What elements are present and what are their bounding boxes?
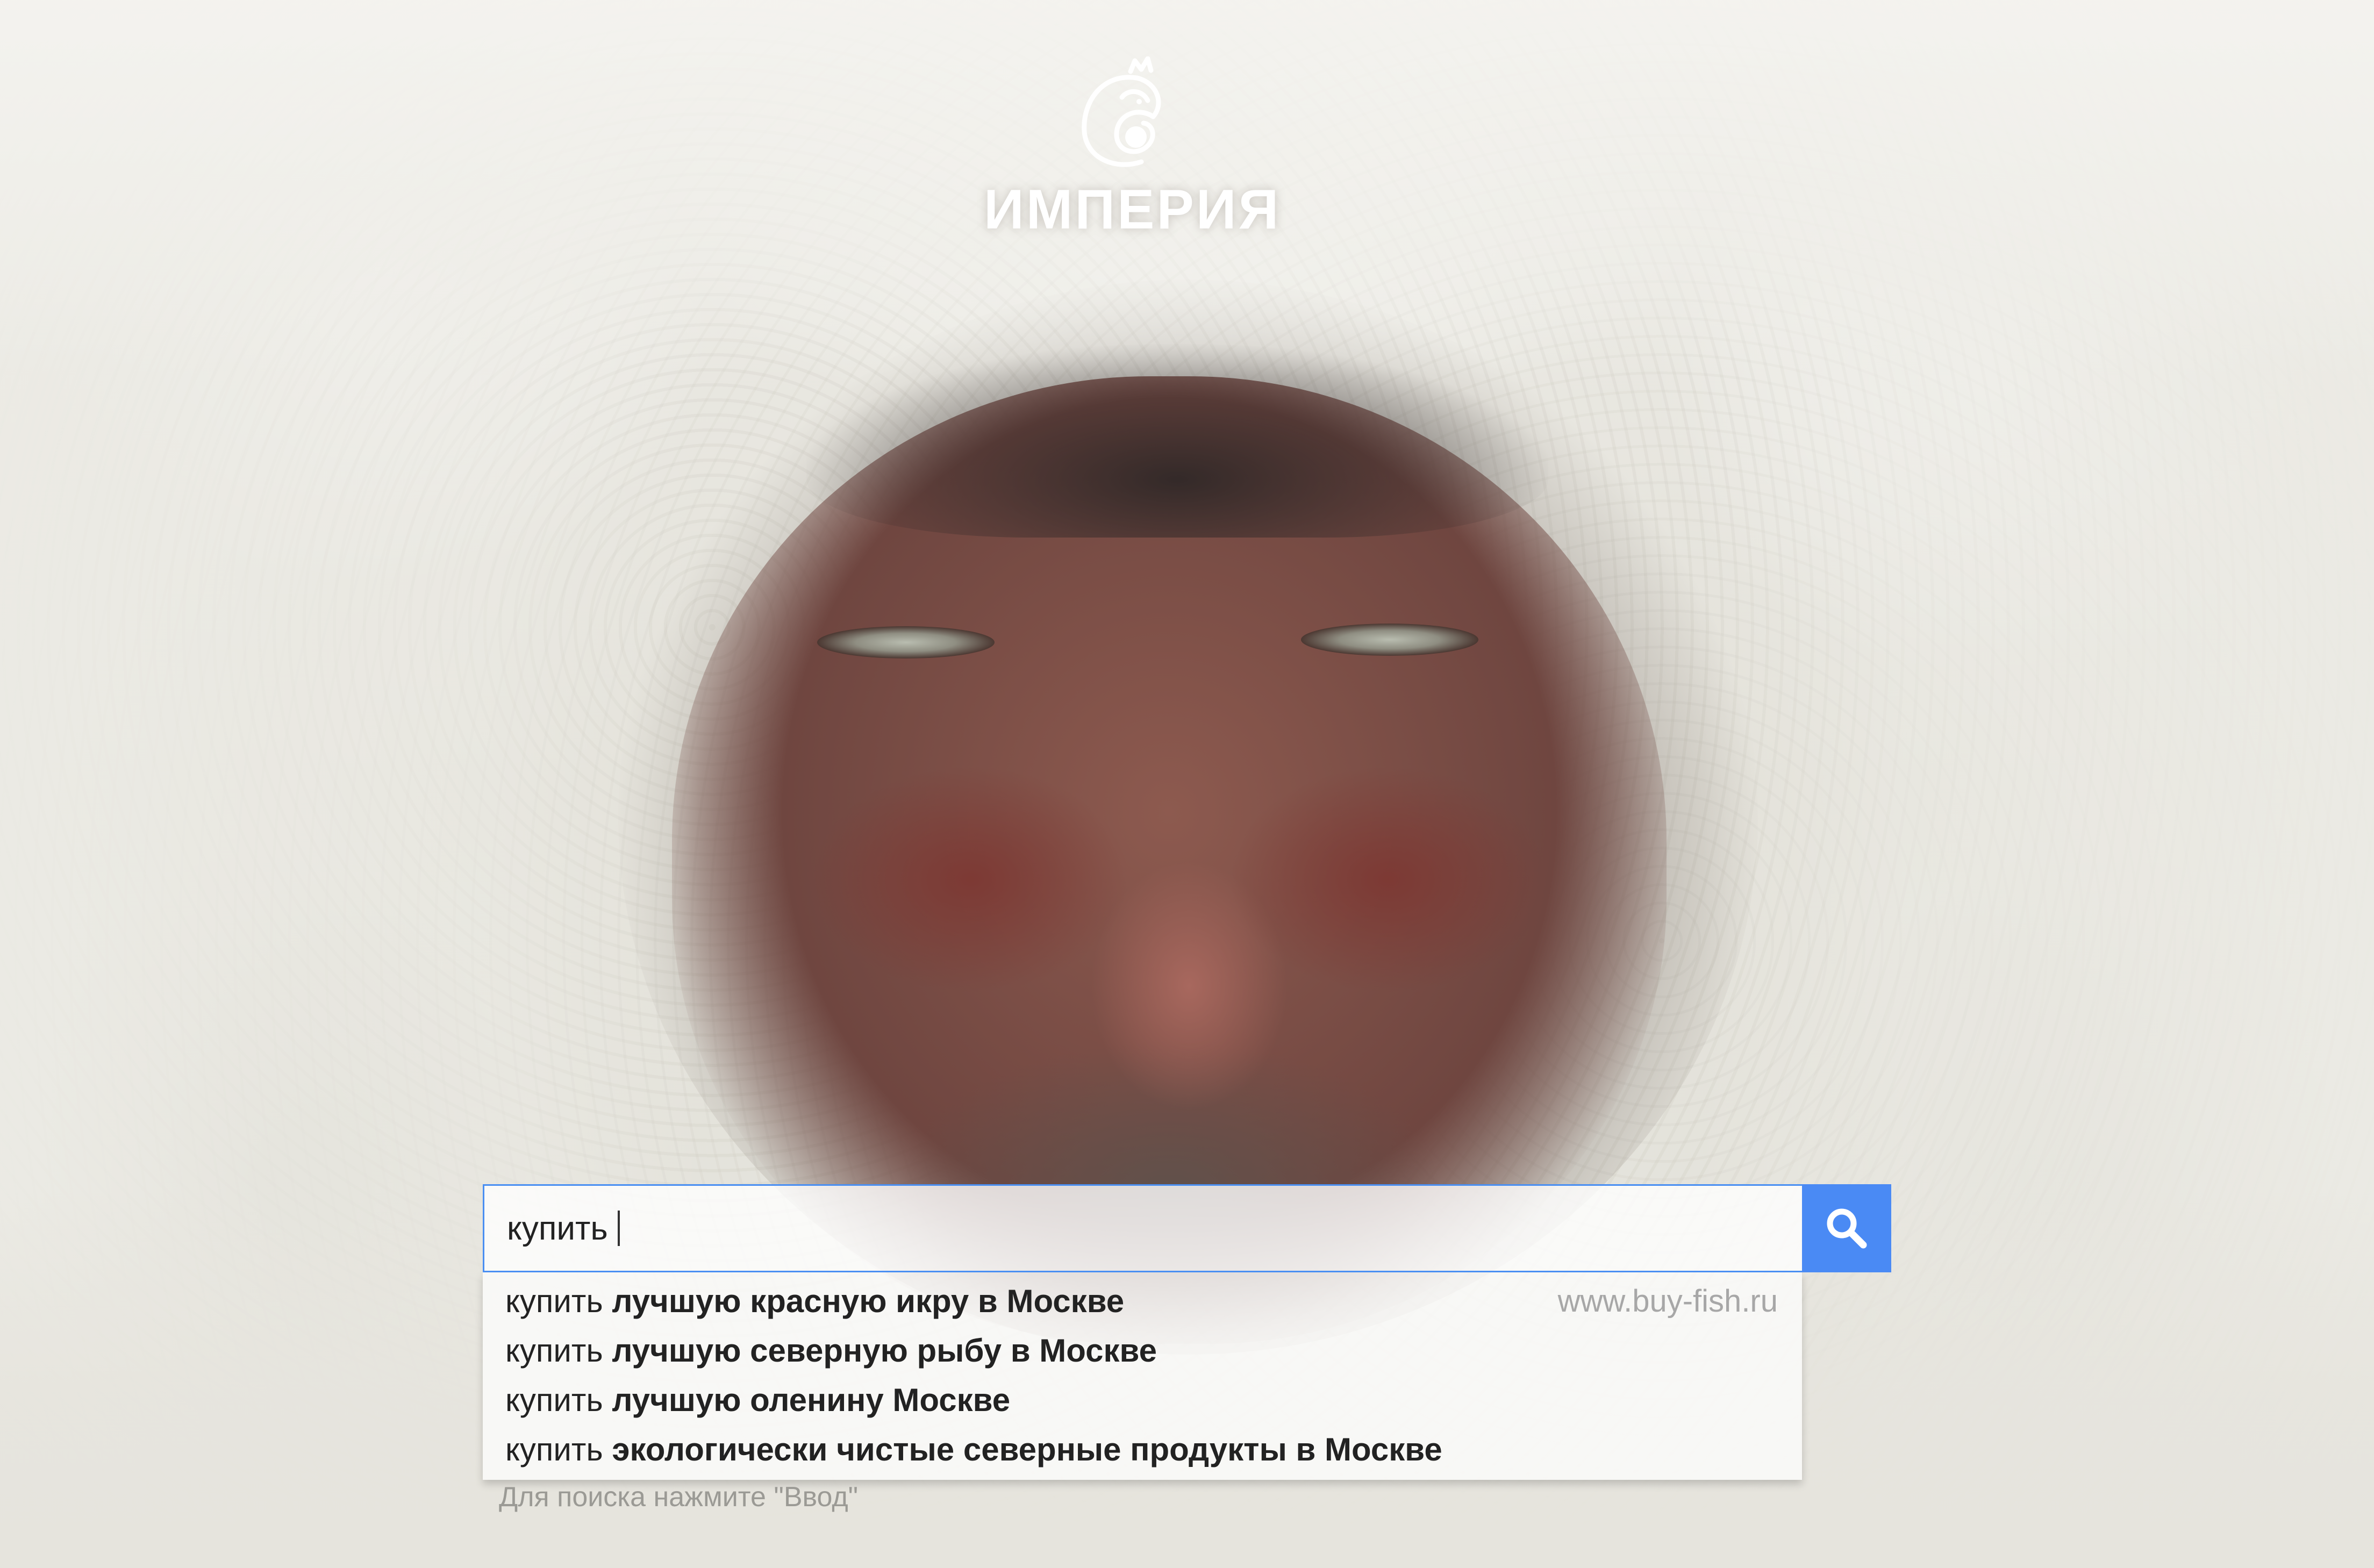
search-input[interactable]: купить [483, 1184, 1802, 1272]
search-button[interactable] [1802, 1184, 1891, 1272]
brand-logo[interactable]: ИМПЕРИЯ [984, 56, 1281, 245]
suggestion-prefix: купить [505, 1283, 603, 1319]
search-icon [1827, 1208, 1867, 1249]
suggestion-completion: лучшую оленину Москве [612, 1382, 1011, 1418]
text-caret [617, 1211, 620, 1246]
suggestion-item[interactable]: купить лучшую красную икру в Москве www.… [483, 1277, 1802, 1326]
suggestion-prefix: купить [505, 1333, 603, 1369]
brand-name: ИМПЕРИЯ [984, 178, 1281, 241]
suggestion-url: www.buy-fish.ru [1557, 1284, 1778, 1319]
suggestion-prefix: купить [505, 1382, 603, 1418]
suggestion-item[interactable]: купить лучшую северную рыбу в Москве [483, 1326, 1802, 1376]
suggestion-prefix: купить [505, 1431, 603, 1467]
suggestion-item[interactable]: купить экологически чистые северные прод… [483, 1425, 1802, 1474]
fish-crown-icon [1082, 56, 1161, 167]
left-eye [817, 626, 995, 658]
suggestion-completion: лучшую красную икру в Москве [612, 1283, 1125, 1319]
search-box: купить купить лучшую красную икру в Моск… [483, 1184, 1891, 1480]
search-row: купить [483, 1184, 1891, 1272]
search-input-value: купить [507, 1209, 608, 1247]
suggestion-completion: лучшую северную рыбу в Москве [612, 1333, 1157, 1369]
search-hint: Для поиска нажмите "Ввод" [499, 1481, 859, 1513]
suggestion-item[interactable]: купить лучшую оленину Москве [483, 1376, 1802, 1425]
suggestions-dropdown: купить лучшую красную икру в Москве www.… [483, 1272, 1802, 1480]
suggestion-completion: экологически чистые северные продукты в … [612, 1431, 1442, 1467]
right-eye [1301, 624, 1478, 656]
